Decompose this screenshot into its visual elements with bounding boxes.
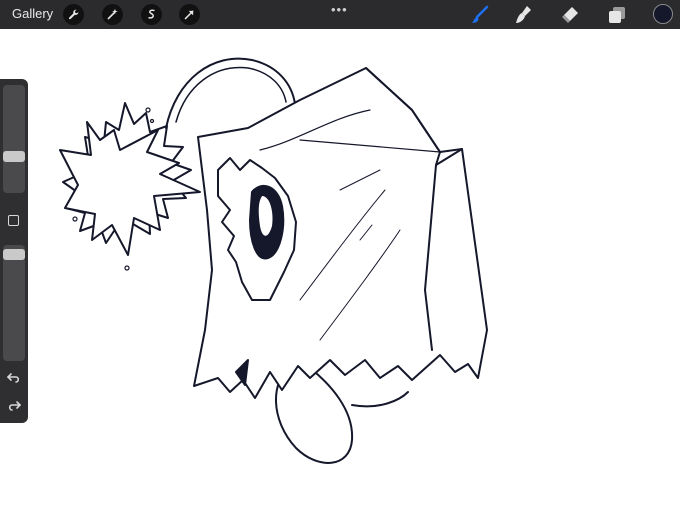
gallery-button[interactable]: Gallery (12, 6, 53, 21)
color-picker-swatch[interactable] (653, 4, 673, 24)
modify-square-icon[interactable] (8, 215, 19, 226)
wrench-icon[interactable] (63, 4, 84, 25)
brush-size-slider[interactable] (3, 85, 25, 193)
brush-sidebar (0, 79, 28, 423)
undo-icon[interactable] (6, 369, 22, 385)
smudge-icon[interactable] (513, 4, 535, 26)
drawing-canvas[interactable] (0, 29, 680, 510)
transform-arrow-icon[interactable] (179, 4, 200, 25)
brush-opacity-slider[interactable] (3, 245, 25, 361)
selection-icon[interactable] (141, 4, 162, 25)
actions-more-button[interactable]: ••• (331, 2, 348, 17)
layers-icon[interactable] (606, 4, 628, 26)
eraser-icon[interactable] (559, 4, 581, 26)
brush-icon[interactable] (469, 4, 491, 26)
top-toolbar: Gallery ••• (0, 0, 680, 29)
brush-size-thumb[interactable] (3, 151, 25, 162)
antenna-arc-inner (175, 66, 287, 123)
magic-wand-icon[interactable] (102, 4, 123, 25)
redo-icon[interactable] (6, 397, 22, 413)
brush-opacity-thumb[interactable] (3, 249, 25, 260)
